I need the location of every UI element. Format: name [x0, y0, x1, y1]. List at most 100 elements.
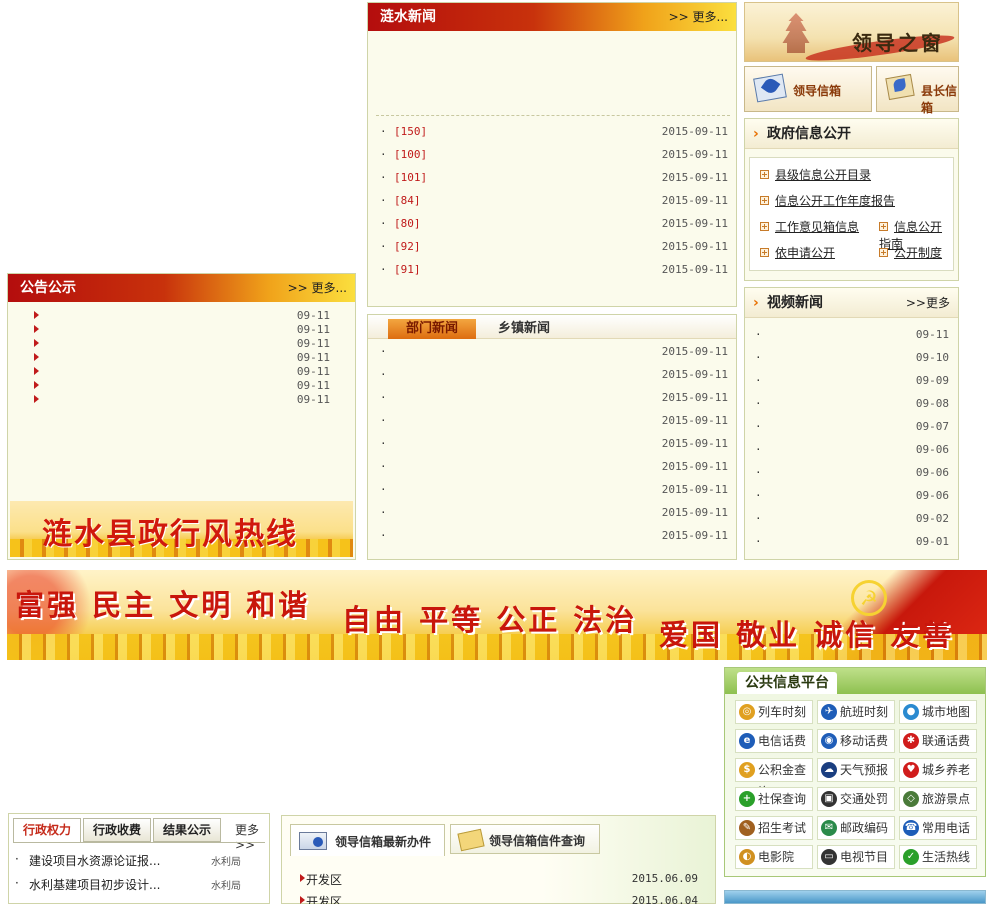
admin-item[interactable]: · 水利基建项目初步设计... 水利局 — [15, 876, 255, 894]
news-item[interactable]: · [84] 2015-09-11 — [380, 194, 728, 212]
pension-icon: ♥ — [903, 762, 919, 778]
admin-item-title: 水利基建项目初步设计... — [29, 878, 161, 892]
leader-window-banner[interactable]: 领导之窗 — [744, 2, 959, 62]
mailbox-item[interactable]: 开发区 2015.06.09 — [300, 871, 698, 889]
video-news-item[interactable]: · 09-06 — [755, 489, 953, 507]
video-news-item[interactable]: · 09-06 — [755, 466, 953, 484]
service-fund[interactable]: $公积金查询 — [735, 758, 813, 799]
service-globe[interactable]: ● 城市地图 — [899, 700, 977, 724]
service-exam[interactable]: ✎ 招生考试 — [735, 816, 813, 840]
video-news-item[interactable]: · 09-10 — [755, 351, 953, 369]
chevron-right-icon: › — [753, 126, 759, 142]
video-news-item[interactable]: · 09-07 — [755, 420, 953, 438]
video-news-date: 09-06 — [915, 489, 949, 502]
notice-item[interactable]: 09-11 — [34, 379, 330, 393]
tab-admin-power[interactable]: 行政权力 — [13, 818, 81, 842]
county-mailbox-button[interactable]: 县长信箱 — [876, 66, 959, 115]
notice-date: 09-11 — [296, 323, 330, 336]
news-item[interactable]: · [80] 2015-09-11 — [380, 217, 728, 235]
gov-info-link-annual-report[interactable]: 信息公开工作年度报告 — [760, 192, 895, 209]
service-mobile[interactable]: ◉ 移动话费 — [817, 729, 895, 753]
service-hotline[interactable]: ✓ 生活热线 — [899, 845, 977, 869]
video-news-item[interactable]: · 09-08 — [755, 397, 953, 415]
mobile-icon: ◉ — [821, 733, 837, 749]
news-item[interactable]: · [91] 2015-09-11 — [380, 263, 728, 281]
notice-item[interactable]: 09-11 — [34, 309, 330, 323]
notice-more-link[interactable]: >> 更多... — [288, 274, 347, 302]
news-more-link[interactable]: >> 更多... — [669, 3, 728, 31]
notice-item[interactable]: 09-11 — [34, 351, 330, 365]
gov-info-link-opinion-box[interactable]: 工作意见箱信息 — [760, 218, 859, 235]
video-news-date: 09-07 — [915, 420, 949, 433]
notice-date: 09-11 — [296, 337, 330, 350]
bullet-icon: · — [755, 328, 762, 341]
video-news-item[interactable]: · 09-06 — [755, 443, 953, 461]
dept-news-item[interactable]: · 2015-09-11 — [380, 368, 728, 386]
video-news-item[interactable]: · 09-11 — [755, 328, 953, 346]
service-train[interactable]: ◎ 列车时刻 — [735, 700, 813, 724]
news-item[interactable]: · [101] 2015-09-11 — [380, 171, 728, 189]
admin-more-link[interactable]: 更多>> — [235, 821, 269, 852]
hotline-icon: ✓ — [903, 849, 919, 865]
service-cinema[interactable]: ◐ 电影院 — [735, 845, 813, 869]
tab-mailbox-latest[interactable]: 领导信箱最新办件 — [290, 824, 445, 856]
video-news-date: 09-11 — [915, 328, 949, 341]
leader-mailbox-button[interactable]: 领导信箱 — [744, 66, 872, 112]
service-phone[interactable]: ☎ 常用电话 — [899, 816, 977, 840]
plus-icon — [879, 222, 888, 231]
mail-envelope-icon — [753, 73, 787, 103]
dept-news-item[interactable]: · 2015-09-11 — [380, 414, 728, 432]
news-header: 涟水新闻 >> 更多... — [368, 3, 736, 31]
news-item[interactable]: · [92] 2015-09-11 — [380, 240, 728, 258]
tab-town-news[interactable]: 乡镇新闻 — [484, 319, 564, 339]
gov-info-link-rules[interactable]: 公开制度 — [879, 244, 942, 261]
news-panel: 涟水新闻 >> 更多... · [150] 2015-09-11 · [100] 2015… — [367, 2, 737, 307]
mailbox-item[interactable]: 开发区 2015.06.04 — [300, 893, 698, 904]
dept-news-item[interactable]: · 2015-09-11 — [380, 529, 728, 547]
dept-news-item[interactable]: · 2015-09-11 — [380, 506, 728, 524]
hotline-banner[interactable]: 涟水县政行风热线 — [10, 501, 353, 557]
gov-info-link-apply[interactable]: 依申请公开 — [760, 244, 835, 261]
tab-dept-news[interactable]: 部门新闻 — [388, 319, 476, 339]
gov-info-link-catalog[interactable]: 县级信息公开目录 — [760, 166, 871, 183]
notice-item[interactable]: 09-11 — [34, 393, 330, 407]
dept-news-item[interactable]: · 2015-09-11 — [380, 483, 728, 501]
bullet-icon: · — [380, 263, 387, 276]
service-social-security[interactable]: + 社保查询 — [735, 787, 813, 811]
news-item[interactable]: · [100] 2015-09-11 — [380, 148, 728, 166]
tab-result-notice[interactable]: 结果公示 — [153, 818, 221, 842]
admin-item[interactable]: · 建设项目水资源论证报... 水利局 — [15, 852, 255, 870]
service-travel[interactable]: ◇ 旅游景点 — [899, 787, 977, 811]
video-more-link[interactable]: >>更多 — [906, 288, 950, 318]
dept-news-item[interactable]: · 2015-09-11 — [380, 391, 728, 409]
service-flight[interactable]: ✈ 航班时刻 — [817, 700, 895, 724]
notice-item[interactable]: 09-11 — [34, 337, 330, 351]
service-weather[interactable]: ☁ 天气预报 — [817, 758, 895, 782]
notice-item[interactable]: 09-11 — [34, 323, 330, 337]
service-label: 社保查询 — [758, 792, 807, 806]
dept-news-item[interactable]: · 2015-09-11 — [380, 437, 728, 455]
service-traffic[interactable]: ▣ 交通处罚 — [817, 787, 895, 811]
travel-icon: ◇ — [903, 791, 919, 807]
video-news-item[interactable]: · 09-01 — [755, 535, 953, 553]
dept-news-list: · 2015-09-11 · 2015-09-11 · 2015-09-11 · 2015-0… — [380, 345, 728, 555]
service-unicom[interactable]: ✱ 联通话费 — [899, 729, 977, 753]
video-news-list: · 09-11 · 09-10 · 09-09 · 09-08 · 09-07 · 09-06 · 09-… — [755, 328, 953, 553]
service-label: 联通话费 — [922, 734, 971, 748]
service-pension[interactable]: ♥ 城乡养老 — [899, 758, 977, 782]
service-telecom[interactable]: e 电信话费 — [735, 729, 813, 753]
chevron-right-icon: › — [753, 295, 759, 311]
tab-mailbox-query[interactable]: 领导信箱信件查询 — [450, 824, 600, 854]
dept-news-item[interactable]: · 2015-09-11 — [380, 345, 728, 363]
service-post[interactable]: ✉ 邮政编码 — [817, 816, 895, 840]
dept-news-item[interactable]: · 2015-09-11 — [380, 460, 728, 478]
triangle-bullet-icon — [34, 353, 39, 361]
triangle-bullet-icon — [34, 367, 39, 375]
tab-admin-fees[interactable]: 行政收费 — [83, 818, 151, 842]
notice-item[interactable]: 09-11 — [34, 365, 330, 379]
video-news-item[interactable]: · 09-02 — [755, 512, 953, 530]
news-item[interactable]: · [150] 2015-09-11 — [380, 125, 728, 143]
service-tv[interactable]: ▭ 电视节目 — [817, 845, 895, 869]
video-news-item[interactable]: · 09-09 — [755, 374, 953, 392]
bullet-icon: · — [380, 240, 387, 253]
